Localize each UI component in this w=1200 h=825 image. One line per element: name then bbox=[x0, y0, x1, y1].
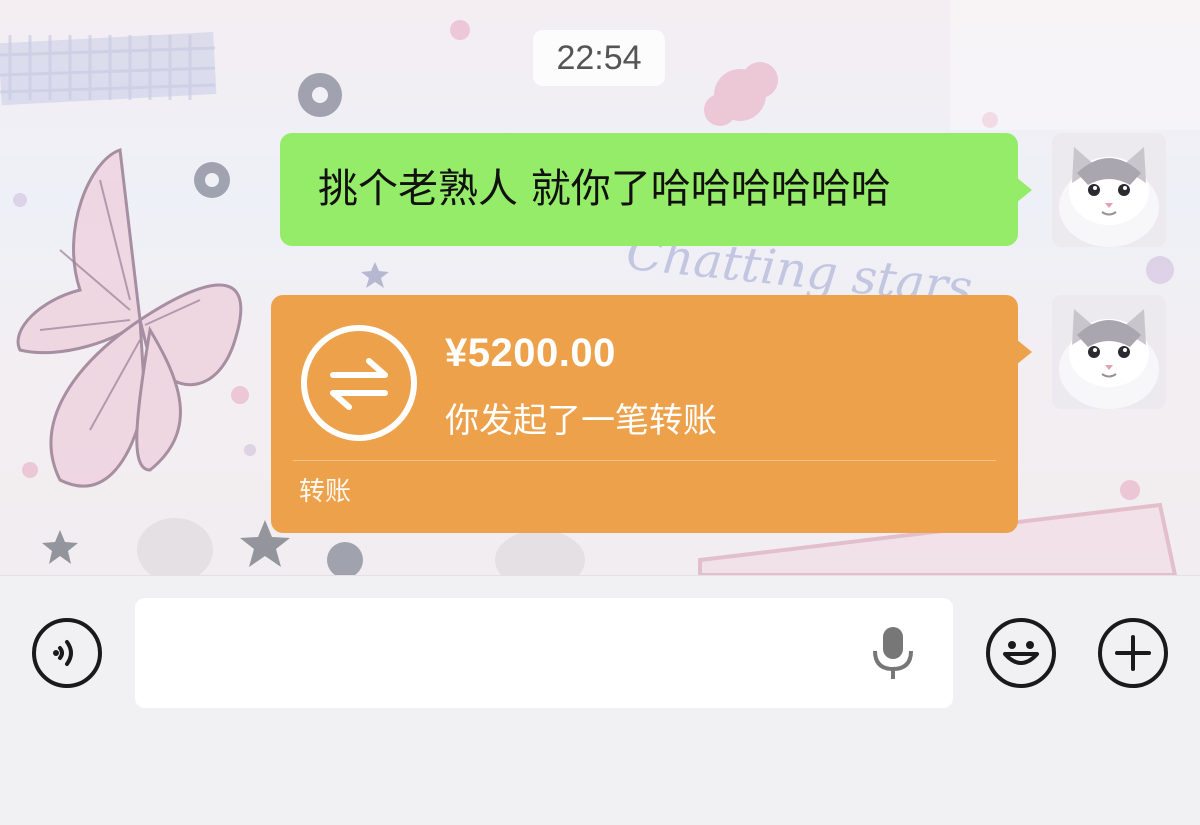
transfer-amount: ¥5200.00 bbox=[445, 331, 616, 375]
outgoing-text-message[interactable]: 挑个老熟人 就你了哈哈哈哈哈哈 bbox=[280, 133, 1032, 246]
avatar[interactable] bbox=[1052, 295, 1166, 409]
transfer-divider bbox=[293, 460, 996, 461]
transfer-message-card[interactable]: ¥5200.00 你发起了一笔转账 转账 bbox=[271, 295, 1032, 533]
chat-area: Chatting stars 22:54 挑个老熟人 就你了哈哈哈哈哈哈 ¥52… bbox=[0, 0, 1200, 575]
transfer-description: 你发起了一笔转账 bbox=[445, 401, 717, 441]
cat-avatar-icon bbox=[1052, 133, 1166, 247]
transfer-footer-label: 转账 bbox=[299, 477, 352, 507]
message-timestamp: 22:54 bbox=[533, 30, 665, 86]
plus-icon bbox=[1115, 635, 1151, 671]
emoji-button[interactable] bbox=[986, 618, 1056, 688]
microphone-icon[interactable] bbox=[868, 623, 918, 683]
cat-avatar-icon bbox=[1052, 295, 1166, 409]
voice-icon bbox=[53, 640, 73, 666]
avatar[interactable] bbox=[1052, 133, 1166, 247]
transfer-arrows-icon bbox=[301, 325, 417, 441]
voice-toggle-button[interactable] bbox=[32, 618, 102, 688]
more-actions-button[interactable] bbox=[1098, 618, 1168, 688]
input-bar bbox=[0, 575, 1200, 825]
message-input[interactable] bbox=[135, 598, 953, 708]
emoji-icon bbox=[1003, 641, 1039, 665]
